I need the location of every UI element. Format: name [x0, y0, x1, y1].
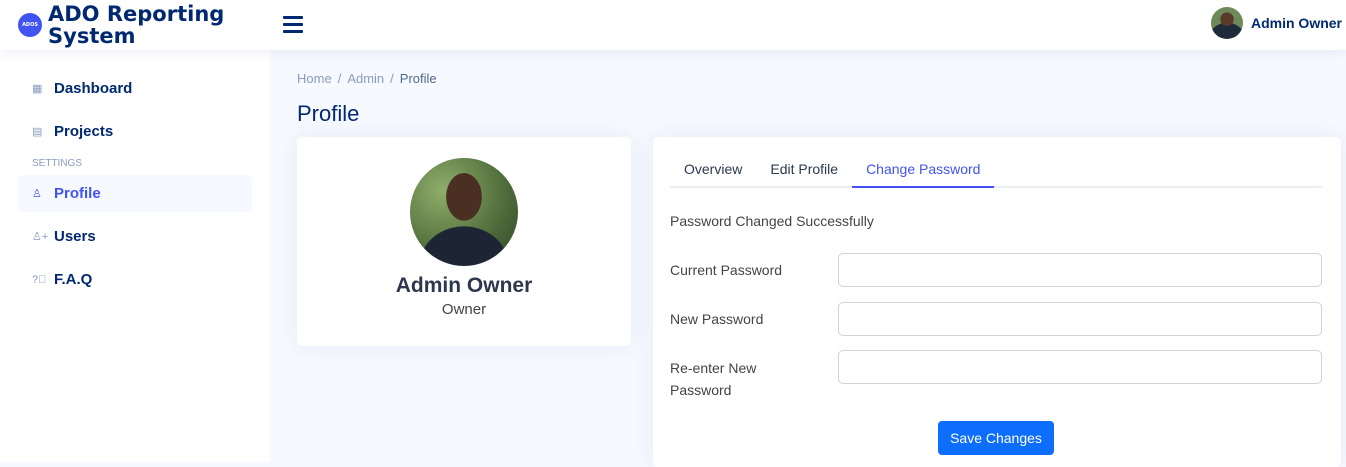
new-password-input[interactable] — [838, 302, 1322, 336]
tab-overview[interactable]: Overview — [670, 153, 756, 188]
renew-password-label: Re-enter New Password — [670, 360, 757, 398]
sidebar-item-label: Users — [54, 228, 96, 245]
tab-change-password[interactable]: Change Password — [852, 153, 995, 188]
question-circle-icon: ?⃝ — [32, 273, 47, 286]
hamburger-menu-icon[interactable] — [283, 13, 305, 35]
logo-badge-icon: ADOS — [18, 13, 42, 37]
sidebar-item-label: F.A.Q — [54, 271, 93, 288]
profile-card: Admin Owner Owner — [297, 137, 631, 346]
page-title: Profile — [297, 101, 360, 126]
new-password-label: New Password — [670, 311, 764, 327]
profile-tabs: Overview Edit Profile Change Password — [670, 153, 1322, 188]
sidebar: ▦ Dashboard ▤ Projects SETTINGS ♙ Profil… — [0, 50, 270, 462]
sidebar-item-faq[interactable]: ?⃝ F.A.Q — [18, 261, 252, 298]
person-add-icon: ♙+ — [32, 231, 49, 243]
save-changes-button[interactable]: Save Changes — [938, 421, 1054, 455]
avatar — [1210, 7, 1243, 39]
sidebar-item-dashboard[interactable]: ▦ Dashboard — [18, 70, 252, 107]
layout-icon: ▤ — [32, 126, 43, 138]
breadcrumb-admin[interactable]: Admin — [347, 71, 384, 86]
app-logo[interactable]: ADOS ADO Reporting System — [0, 3, 270, 47]
sidebar-heading-settings: SETTINGS — [32, 158, 83, 169]
profile-settings-card: Overview Edit Profile Change Password Pa… — [653, 137, 1341, 467]
profile-role: Owner — [441, 301, 487, 318]
person-icon: ♙ — [32, 188, 42, 200]
sidebar-item-label: Profile — [54, 185, 101, 202]
current-password-label: Current Password — [670, 262, 783, 278]
breadcrumb-home[interactable]: Home — [297, 71, 332, 86]
renew-password-input[interactable] — [838, 350, 1322, 384]
breadcrumb: Home / Admin / Profile — [297, 71, 437, 86]
sidebar-item-profile[interactable]: ♙ Profile — [18, 175, 252, 212]
sidebar-item-label: Dashboard — [54, 80, 133, 97]
profile-name: Admin Owner — [395, 274, 533, 297]
app-title: ADO Reporting System — [48, 2, 225, 48]
breadcrumb-current: Profile — [399, 71, 437, 86]
grid-icon: ▦ — [32, 83, 43, 95]
tab-edit-profile[interactable]: Edit Profile — [756, 153, 852, 188]
sidebar-item-projects[interactable]: ▤ Projects — [18, 113, 252, 150]
sidebar-item-label: Projects — [54, 123, 114, 140]
header-user-name: Admin Owner — [1250, 15, 1342, 31]
current-password-input[interactable] — [838, 253, 1322, 287]
profile-avatar — [410, 158, 518, 266]
top-header: ADOS ADO Reporting System Admin Owner — [0, 0, 1346, 50]
success-message: Password Changed Successfully — [670, 213, 874, 229]
user-menu[interactable]: Admin Owner — [1210, 7, 1342, 39]
sidebar-item-users[interactable]: ♙+ Users — [18, 218, 252, 255]
